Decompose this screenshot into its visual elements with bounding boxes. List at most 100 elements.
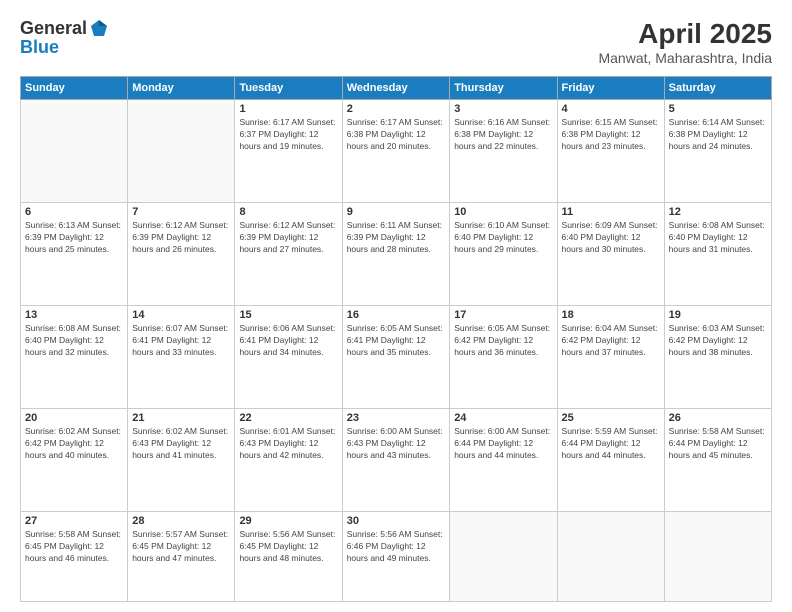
day-info: Sunrise: 6:10 AM Sunset: 6:40 PM Dayligh… xyxy=(454,220,552,256)
day-info: Sunrise: 6:07 AM Sunset: 6:41 PM Dayligh… xyxy=(132,323,230,359)
day-number: 29 xyxy=(239,515,337,527)
col-wednesday: Wednesday xyxy=(342,77,449,100)
day-number: 14 xyxy=(132,309,230,321)
day-info: Sunrise: 5:58 AM Sunset: 6:44 PM Dayligh… xyxy=(669,426,767,462)
col-tuesday: Tuesday xyxy=(235,77,342,100)
day-info: Sunrise: 6:17 AM Sunset: 6:38 PM Dayligh… xyxy=(347,117,445,153)
day-number: 10 xyxy=(454,206,552,218)
col-monday: Monday xyxy=(128,77,235,100)
table-row: 3 Sunrise: 6:16 AM Sunset: 6:38 PM Daylig… xyxy=(450,100,557,203)
day-info: Sunrise: 5:56 AM Sunset: 6:45 PM Dayligh… xyxy=(239,529,337,565)
table-row xyxy=(450,512,557,602)
day-info: Sunrise: 5:58 AM Sunset: 6:45 PM Dayligh… xyxy=(25,529,123,565)
table-row: 17 Sunrise: 6:05 AM Sunset: 6:42 PM Dayli… xyxy=(450,306,557,409)
day-number: 7 xyxy=(132,206,230,218)
page: General Blue April 2025 Manwat, Maharash… xyxy=(0,0,792,612)
day-info: Sunrise: 6:02 AM Sunset: 6:43 PM Dayligh… xyxy=(132,426,230,462)
day-number: 16 xyxy=(347,309,445,321)
day-info: Sunrise: 6:02 AM Sunset: 6:42 PM Dayligh… xyxy=(25,426,123,462)
logo-blue-text: Blue xyxy=(20,37,59,57)
day-info: Sunrise: 5:56 AM Sunset: 6:46 PM Dayligh… xyxy=(347,529,445,565)
table-row: 20 Sunrise: 6:02 AM Sunset: 6:42 PM Dayli… xyxy=(21,409,128,512)
logo-general-text: General xyxy=(20,19,87,37)
day-number: 11 xyxy=(562,206,660,218)
day-info: Sunrise: 6:01 AM Sunset: 6:43 PM Dayligh… xyxy=(239,426,337,462)
day-info: Sunrise: 6:03 AM Sunset: 6:42 PM Dayligh… xyxy=(669,323,767,359)
table-row: 28 Sunrise: 5:57 AM Sunset: 6:45 PM Dayli… xyxy=(128,512,235,602)
title-month: April 2025 xyxy=(598,18,772,50)
table-row: 19Sunrise: 6:03 AM Sunset: 6:42 PM Dayli… xyxy=(664,306,771,409)
day-info: Sunrise: 6:14 AM Sunset: 6:38 PM Dayligh… xyxy=(669,117,767,153)
day-number: 13 xyxy=(25,309,123,321)
day-info: Sunrise: 6:16 AM Sunset: 6:38 PM Dayligh… xyxy=(454,117,552,153)
col-saturday: Saturday xyxy=(664,77,771,100)
calendar: Sunday Monday Tuesday Wednesday Thursday… xyxy=(20,76,772,602)
col-sunday: Sunday xyxy=(21,77,128,100)
day-number: 28 xyxy=(132,515,230,527)
logo: General Blue xyxy=(20,18,109,58)
day-number: 20 xyxy=(25,412,123,424)
day-info: Sunrise: 6:06 AM Sunset: 6:41 PM Dayligh… xyxy=(239,323,337,359)
table-row: 6 Sunrise: 6:13 AM Sunset: 6:39 PM Daylig… xyxy=(21,203,128,306)
day-number: 24 xyxy=(454,412,552,424)
col-thursday: Thursday xyxy=(450,77,557,100)
table-row: 8 Sunrise: 6:12 AM Sunset: 6:39 PM Daylig… xyxy=(235,203,342,306)
table-row: 5 Sunrise: 6:14 AM Sunset: 6:38 PM Daylig… xyxy=(664,100,771,203)
day-info: Sunrise: 6:08 AM Sunset: 6:40 PM Dayligh… xyxy=(25,323,123,359)
day-number: 18 xyxy=(562,309,660,321)
logo-icon xyxy=(89,18,109,38)
table-row xyxy=(664,512,771,602)
day-info: Sunrise: 6:00 AM Sunset: 6:43 PM Dayligh… xyxy=(347,426,445,462)
day-info: Sunrise: 6:04 AM Sunset: 6:42 PM Dayligh… xyxy=(562,323,660,359)
day-info: Sunrise: 6:00 AM Sunset: 6:44 PM Dayligh… xyxy=(454,426,552,462)
table-row: 25 Sunrise: 5:59 AM Sunset: 6:44 PM Dayli… xyxy=(557,409,664,512)
table-row: 1 Sunrise: 6:17 AM Sunset: 6:37 PM Daylig… xyxy=(235,100,342,203)
day-info: Sunrise: 6:12 AM Sunset: 6:39 PM Dayligh… xyxy=(239,220,337,256)
col-friday: Friday xyxy=(557,77,664,100)
table-row: 12Sunrise: 6:08 AM Sunset: 6:40 PM Dayli… xyxy=(664,203,771,306)
day-info: Sunrise: 6:12 AM Sunset: 6:39 PM Dayligh… xyxy=(132,220,230,256)
day-number: 6 xyxy=(25,206,123,218)
day-number: 12 xyxy=(669,206,767,218)
table-row: 24 Sunrise: 6:00 AM Sunset: 6:44 PM Dayli… xyxy=(450,409,557,512)
table-row: 22Sunrise: 6:01 AM Sunset: 6:43 PM Dayli… xyxy=(235,409,342,512)
title-block: April 2025 Manwat, Maharashtra, India xyxy=(598,18,772,66)
table-row: 30 Sunrise: 5:56 AM Sunset: 6:46 PM Dayli… xyxy=(342,512,449,602)
table-row: 7 Sunrise: 6:12 AM Sunset: 6:39 PM Daylig… xyxy=(128,203,235,306)
table-row: 11 Sunrise: 6:09 AM Sunset: 6:40 PM Dayli… xyxy=(557,203,664,306)
table-row: 9 Sunrise: 6:11 AM Sunset: 6:39 PM Daylig… xyxy=(342,203,449,306)
table-row: 26 Sunrise: 5:58 AM Sunset: 6:44 PM Dayli… xyxy=(664,409,771,512)
calendar-header-row: Sunday Monday Tuesday Wednesday Thursday… xyxy=(21,77,772,100)
table-row: 2Sunrise: 6:17 AM Sunset: 6:38 PM Daylig… xyxy=(342,100,449,203)
table-row: 27Sunrise: 5:58 AM Sunset: 6:45 PM Dayli… xyxy=(21,512,128,602)
table-row: 14 Sunrise: 6:07 AM Sunset: 6:41 PM Dayli… xyxy=(128,306,235,409)
day-number: 23 xyxy=(347,412,445,424)
day-info: Sunrise: 5:57 AM Sunset: 6:45 PM Dayligh… xyxy=(132,529,230,565)
day-number: 3 xyxy=(454,103,552,115)
day-info: Sunrise: 6:17 AM Sunset: 6:37 PM Dayligh… xyxy=(239,117,337,153)
day-number: 9 xyxy=(347,206,445,218)
table-row: 15 Sunrise: 6:06 AM Sunset: 6:41 PM Dayli… xyxy=(235,306,342,409)
day-info: Sunrise: 6:05 AM Sunset: 6:42 PM Dayligh… xyxy=(454,323,552,359)
day-number: 4 xyxy=(562,103,660,115)
day-info: Sunrise: 6:05 AM Sunset: 6:41 PM Dayligh… xyxy=(347,323,445,359)
day-number: 30 xyxy=(347,515,445,527)
table-row: 10 Sunrise: 6:10 AM Sunset: 6:40 PM Dayli… xyxy=(450,203,557,306)
day-number: 26 xyxy=(669,412,767,424)
day-info: Sunrise: 6:09 AM Sunset: 6:40 PM Dayligh… xyxy=(562,220,660,256)
table-row: 4Sunrise: 6:15 AM Sunset: 6:38 PM Daylig… xyxy=(557,100,664,203)
header: General Blue April 2025 Manwat, Maharash… xyxy=(20,18,772,66)
table-row xyxy=(21,100,128,203)
day-info: Sunrise: 6:11 AM Sunset: 6:39 PM Dayligh… xyxy=(347,220,445,256)
title-location: Manwat, Maharashtra, India xyxy=(598,50,772,66)
day-info: Sunrise: 5:59 AM Sunset: 6:44 PM Dayligh… xyxy=(562,426,660,462)
day-number: 25 xyxy=(562,412,660,424)
day-number: 17 xyxy=(454,309,552,321)
day-number: 5 xyxy=(669,103,767,115)
day-number: 8 xyxy=(239,206,337,218)
day-info: Sunrise: 6:13 AM Sunset: 6:39 PM Dayligh… xyxy=(25,220,123,256)
day-number: 15 xyxy=(239,309,337,321)
day-number: 1 xyxy=(239,103,337,115)
table-row: 23 Sunrise: 6:00 AM Sunset: 6:43 PM Dayli… xyxy=(342,409,449,512)
table-row: 18 Sunrise: 6:04 AM Sunset: 6:42 PM Dayli… xyxy=(557,306,664,409)
